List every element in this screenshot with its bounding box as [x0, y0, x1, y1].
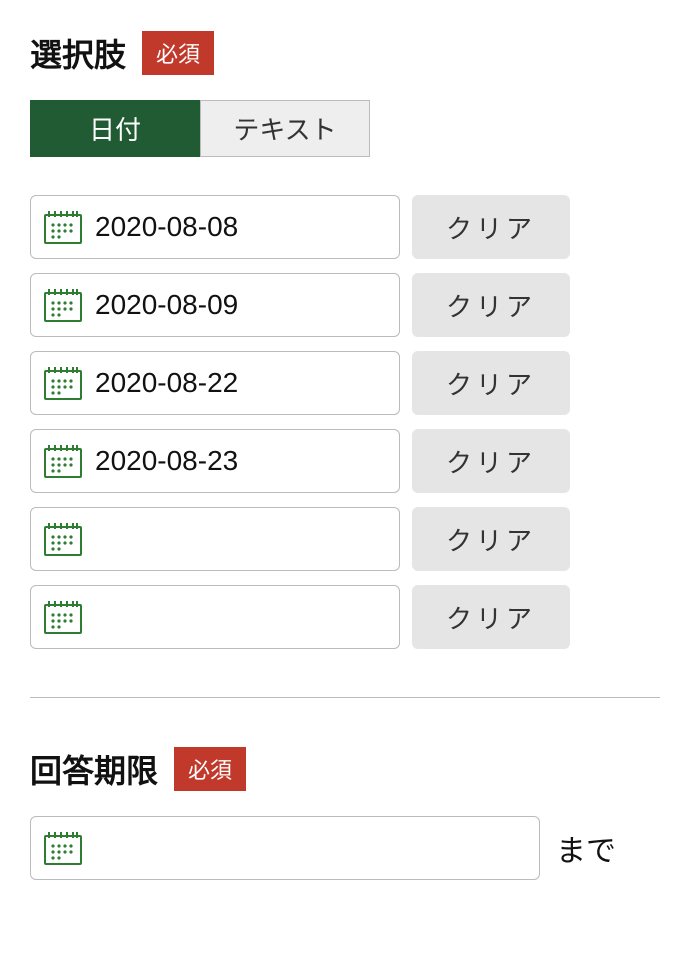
calendar-icon [43, 287, 83, 323]
calendar-icon [43, 365, 83, 401]
calendar-icon [43, 830, 83, 866]
date-row: クリア [30, 585, 660, 649]
date-value: 2020-08-08 [95, 211, 387, 243]
date-input[interactable] [30, 507, 400, 571]
calendar-icon [43, 209, 83, 245]
clear-button[interactable]: クリア [412, 429, 570, 493]
date-row: 2020-08-22 クリア [30, 351, 660, 415]
deadline-input[interactable] [30, 816, 540, 880]
section-divider [30, 697, 660, 698]
date-value: 2020-08-09 [95, 289, 387, 321]
date-input[interactable]: 2020-08-23 [30, 429, 400, 493]
date-value: 2020-08-23 [95, 445, 387, 477]
clear-button[interactable]: クリア [412, 273, 570, 337]
deadline-title: 回答期限 [30, 746, 158, 792]
required-badge: 必須 [142, 31, 214, 75]
calendar-icon [43, 521, 83, 557]
options-title: 選択肢 [30, 30, 126, 76]
date-row: クリア [30, 507, 660, 571]
input-type-tabs: 日付 テキスト [30, 100, 660, 157]
date-row: 2020-08-09 クリア [30, 273, 660, 337]
date-row: 2020-08-23 クリア [30, 429, 660, 493]
date-option-list: 2020-08-08 クリア 2020-08-09 クリア 2020-08-22… [30, 195, 660, 649]
date-row: 2020-08-08 クリア [30, 195, 660, 259]
required-badge: 必須 [174, 747, 246, 791]
calendar-icon [43, 599, 83, 635]
date-input[interactable]: 2020-08-08 [30, 195, 400, 259]
clear-button[interactable]: クリア [412, 351, 570, 415]
deadline-suffix: まで [556, 826, 616, 870]
date-input[interactable]: 2020-08-22 [30, 351, 400, 415]
tab-date[interactable]: 日付 [30, 100, 200, 157]
clear-button[interactable]: クリア [412, 585, 570, 649]
date-value: 2020-08-22 [95, 367, 387, 399]
clear-button[interactable]: クリア [412, 195, 570, 259]
tab-text[interactable]: テキスト [200, 100, 370, 157]
calendar-icon [43, 443, 83, 479]
deadline-row: まで [30, 816, 660, 880]
date-input[interactable]: 2020-08-09 [30, 273, 400, 337]
deadline-header: 回答期限 必須 [30, 746, 660, 792]
options-header: 選択肢 必須 [30, 30, 660, 76]
clear-button[interactable]: クリア [412, 507, 570, 571]
date-input[interactable] [30, 585, 400, 649]
